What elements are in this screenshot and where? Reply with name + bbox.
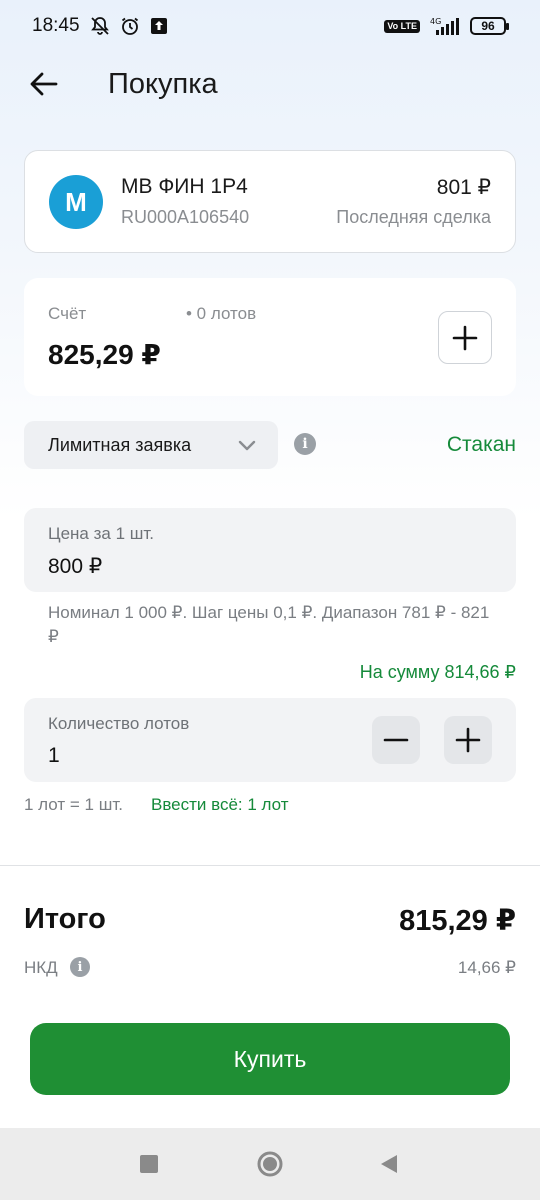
order-type-select[interactable]: Лимитная заявка	[24, 421, 278, 469]
total-value: 815,29 ₽	[399, 905, 516, 937]
price-field[interactable]: Цена за 1 шт. 800 ₽	[24, 508, 516, 592]
network-type: 4G	[430, 17, 441, 26]
header: Покупка	[0, 60, 540, 108]
bond-card[interactable]: M МВ ФИН 1Р4 RU000A106540 801 ₽ Последня…	[24, 150, 516, 253]
system-back-button[interactable]	[375, 1150, 403, 1178]
home-button[interactable]	[256, 1150, 284, 1178]
back-button[interactable]	[26, 66, 62, 102]
bond-last-price: 801 ₽	[436, 176, 491, 199]
nkd-label: НКД	[24, 958, 58, 977]
chevron-down-icon	[238, 437, 256, 458]
signal-icon: 4G	[428, 16, 462, 36]
account-lots: • 0 лотов	[186, 304, 257, 323]
alarm-icon	[120, 16, 140, 36]
quantity-field-label: Количество лотов	[48, 714, 190, 733]
price-input[interactable]: 800 ₽	[48, 554, 102, 579]
status-bar: 18:45 Vo LTE 4G 96	[0, 0, 540, 52]
nkd-value: 14,66 ₽	[457, 958, 516, 977]
recent-apps-button[interactable]	[135, 1150, 163, 1178]
plus-icon	[455, 727, 481, 753]
divider	[0, 865, 540, 866]
buy-button[interactable]: Купить	[30, 1023, 510, 1095]
order-type-label: Лимитная заявка	[48, 434, 192, 455]
quantity-input[interactable]: 1	[48, 744, 60, 768]
account-balance: 825,29 ₽	[48, 339, 161, 370]
status-time: 18:45	[32, 15, 80, 36]
status-right: Vo LTE 4G 96	[384, 16, 509, 36]
plus-icon	[452, 325, 478, 350]
order-sum: На сумму 814,66 ₽	[359, 662, 516, 682]
bond-price-label: Последняя сделка	[336, 207, 491, 227]
increase-quantity-button[interactable]	[444, 716, 492, 764]
price-field-label: Цена за 1 шт.	[48, 524, 155, 543]
nkd-info-icon[interactable]: i	[70, 957, 90, 977]
decrease-quantity-button[interactable]	[372, 716, 420, 764]
quantity-field[interactable]: Количество лотов 1	[24, 698, 516, 782]
info-icon[interactable]: i	[294, 433, 316, 455]
triangle-back-icon	[381, 1155, 397, 1173]
muted-bell-icon	[90, 16, 110, 36]
page-title: Покупка	[108, 68, 218, 100]
minus-icon	[383, 738, 409, 742]
bond-name: МВ ФИН 1Р4	[121, 175, 248, 198]
system-nav-bar	[0, 1128, 540, 1200]
account-label: Счёт	[48, 304, 87, 323]
lot-hint: 1 лот = 1 шт.	[24, 795, 123, 814]
battery-icon: 96	[470, 17, 509, 35]
square-icon	[140, 1155, 158, 1173]
total-label: Итого	[24, 903, 106, 935]
orderbook-link[interactable]: Стакан	[447, 433, 516, 457]
upload-notification-icon	[150, 17, 168, 35]
account-card[interactable]: Счёт • 0 лотов 825,29 ₽	[24, 278, 516, 396]
price-hint: Номинал 1 000 ₽. Шаг цены 0,1 ₽. Диапазо…	[48, 603, 490, 646]
volte-badge: Vo LTE	[384, 19, 420, 33]
circle-icon	[257, 1151, 283, 1177]
add-funds-button[interactable]	[438, 311, 492, 364]
arrow-left-icon	[30, 72, 58, 96]
enter-all-link[interactable]: Ввести всё: 1 лот	[151, 795, 289, 815]
bond-avatar: M	[49, 175, 103, 229]
bond-isin: RU000A106540	[121, 207, 250, 227]
status-left: 18:45	[32, 15, 168, 37]
